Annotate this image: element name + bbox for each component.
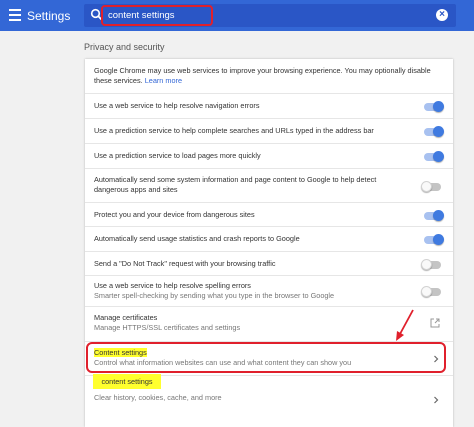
toggle-row[interactable]: Use a prediction service to help complet… (85, 118, 453, 143)
chevron-right-icon (434, 396, 439, 404)
content-settings-annotation-box (86, 342, 446, 373)
search-annotation-box (101, 5, 213, 26)
clear-search-icon[interactable]: × (436, 9, 448, 21)
toggle-row[interactable]: Use a prediction service to load pages m… (85, 143, 453, 168)
toggle-label: Use a web service to help resolve naviga… (94, 101, 260, 110)
toggle-switch[interactable] (421, 286, 441, 297)
search-box[interactable]: × (84, 4, 456, 27)
row-title: Manage certificates (94, 313, 158, 322)
toggle-switch[interactable] (424, 234, 444, 245)
toggle-row[interactable]: Protect you and your device from dangero… (85, 202, 453, 226)
toggle-row[interactable]: Automatically send usage statistics and … (85, 226, 453, 251)
toggle-label: Use a web service to help resolve spelli… (94, 281, 251, 290)
toggle-switch[interactable] (424, 210, 444, 221)
toggle-label: Use a prediction service to load pages m… (94, 151, 261, 160)
manage-certificates-row[interactable]: Manage certificates Manage HTTPS/SSL cer… (85, 306, 453, 341)
row-subtitle: Clear history, cookies, cache, and more (94, 393, 222, 402)
toggle-switch[interactable] (424, 151, 444, 162)
toggle-switch[interactable] (421, 181, 441, 192)
menu-icon[interactable] (9, 9, 21, 21)
toggle-label: Automatically send usage statistics and … (94, 234, 300, 243)
search-match-label: content settings (93, 374, 161, 389)
toggle-switch[interactable] (424, 126, 444, 137)
toggle-row[interactable]: Use a web service to help resolve naviga… (85, 93, 453, 118)
section-title: Privacy and security (84, 42, 165, 52)
learn-more-link[interactable]: Learn more (145, 76, 182, 85)
toggle-sublabel: Smarter spell-checking by sending what y… (94, 291, 335, 300)
privacy-card: Google Chrome may use web services to im… (85, 59, 453, 427)
toggle-row[interactable]: Send a "Do Not Track" request with your … (85, 251, 453, 275)
toggle-switch[interactable] (424, 101, 444, 112)
top-bar: Settings × (0, 0, 474, 31)
toggle-label: Automatically send some system informati… (94, 175, 377, 194)
toggle-row[interactable]: Automatically send some system informati… (85, 168, 453, 202)
row-subtitle: Manage HTTPS/SSL certificates and settin… (94, 323, 241, 332)
toggle-label: Send a "Do Not Track" request with your … (94, 259, 276, 268)
toggle-switch[interactable] (421, 259, 441, 270)
toggle-label: Protect you and your device from dangero… (94, 210, 255, 219)
intro-row: Google Chrome may use web services to im… (85, 59, 453, 93)
external-link-icon[interactable] (430, 318, 440, 328)
toggle-row[interactable]: Use a web service to help resolve spelli… (85, 275, 453, 306)
toggle-label: Use a prediction service to help complet… (94, 126, 374, 135)
app-title: Settings (27, 9, 71, 23)
